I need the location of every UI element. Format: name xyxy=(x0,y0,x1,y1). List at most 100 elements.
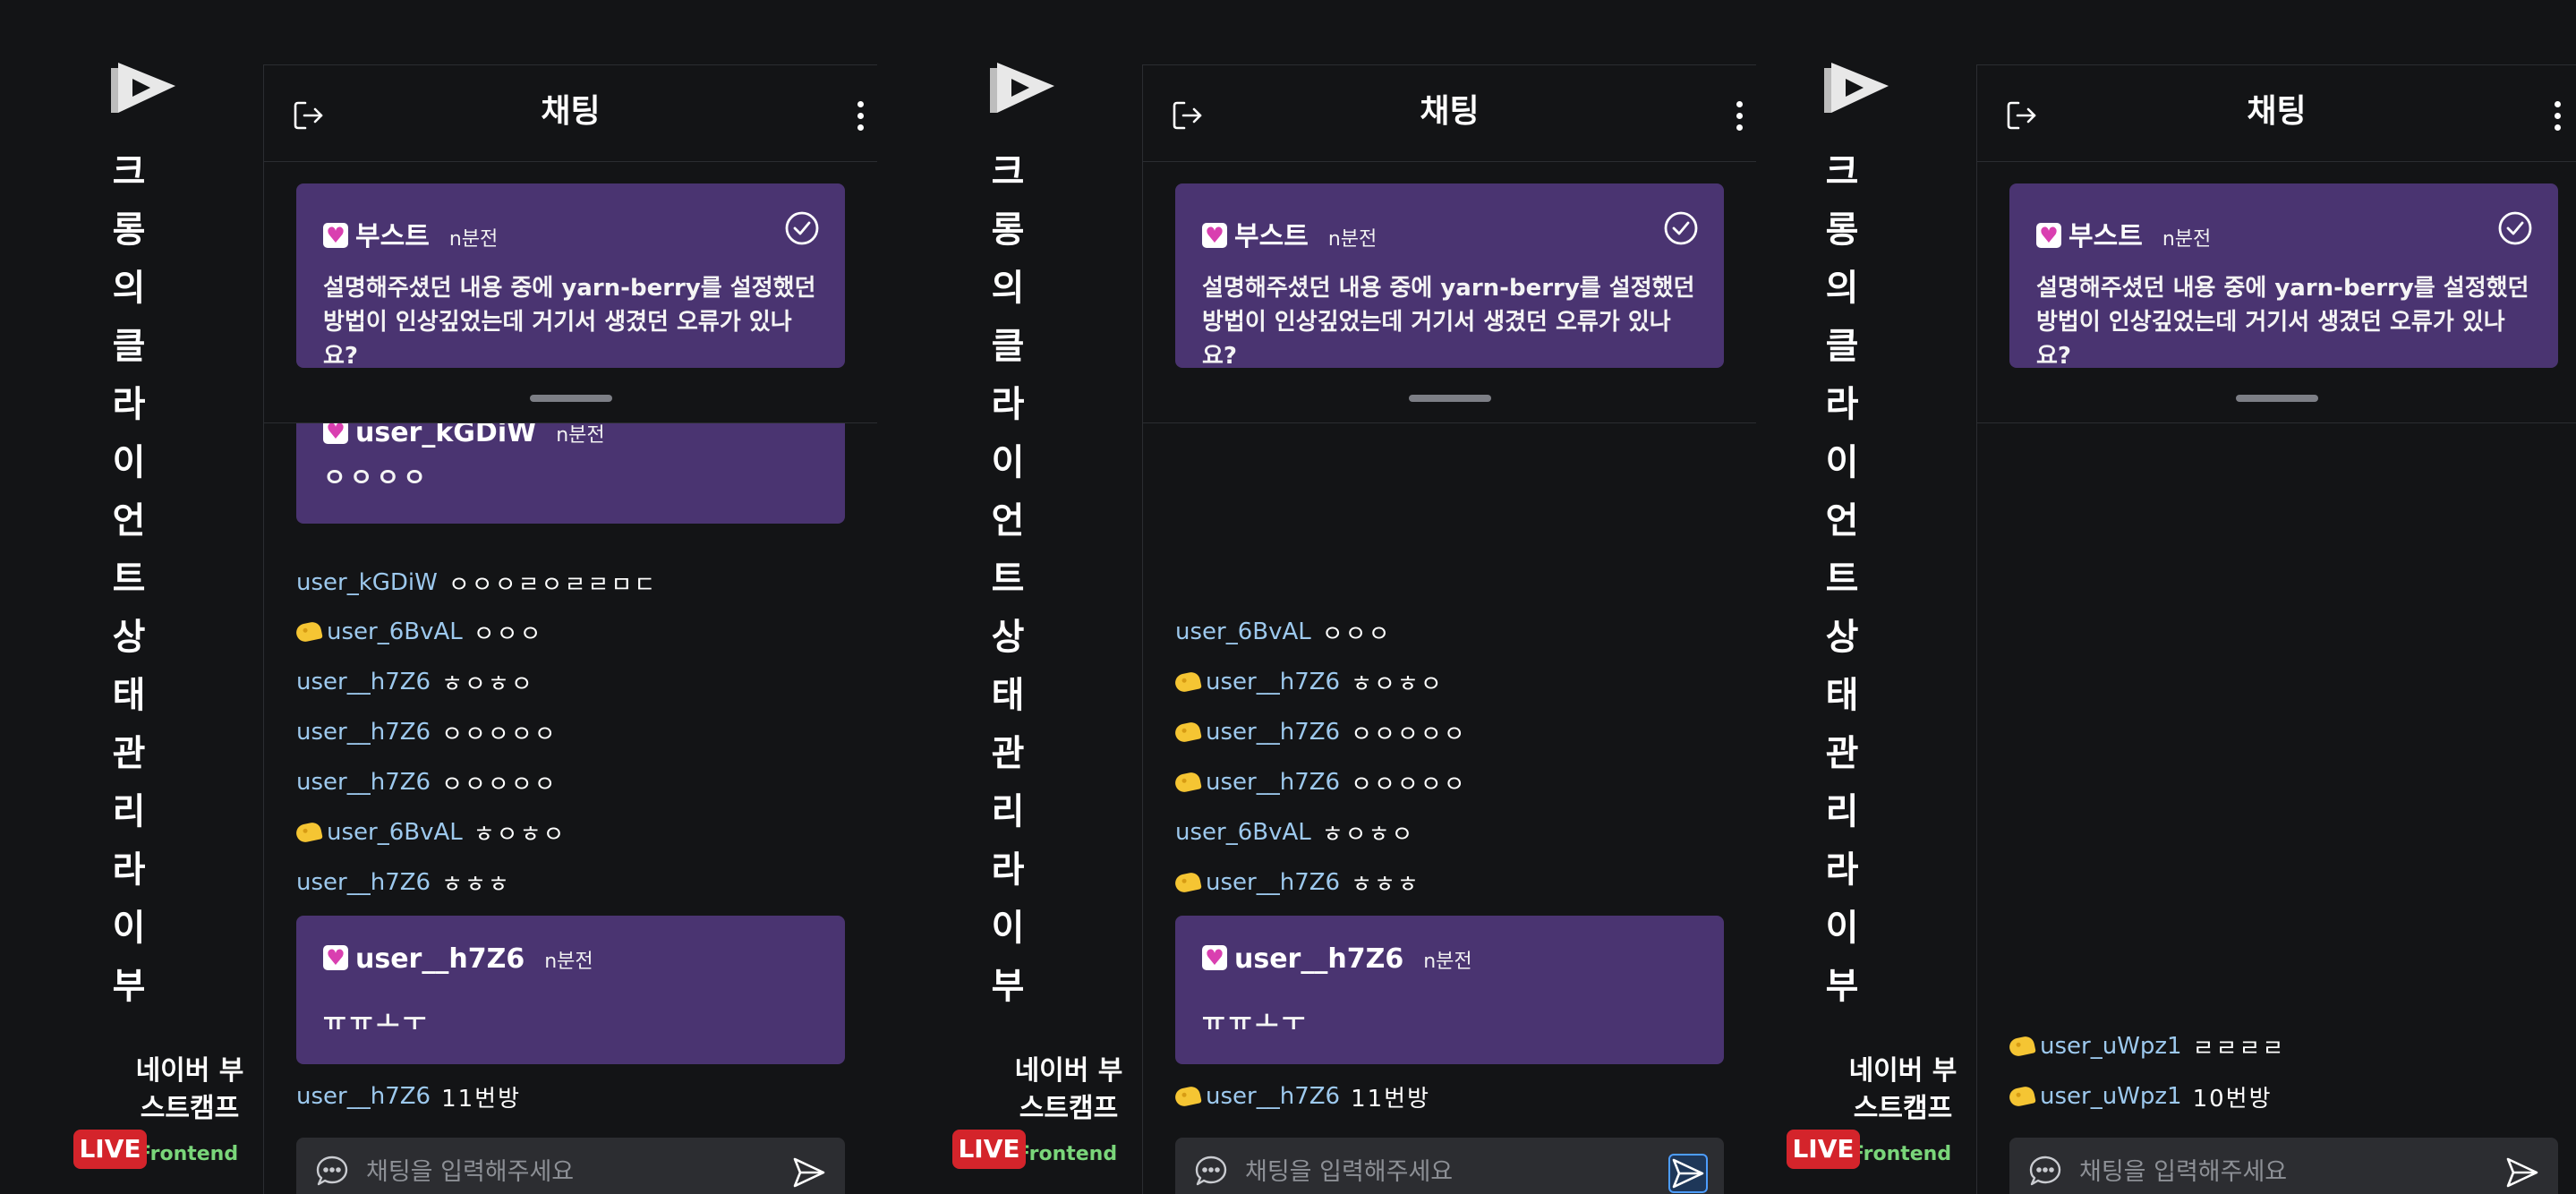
play-logo-icon[interactable] xyxy=(111,61,179,116)
room-title-char: 롱 xyxy=(112,209,146,251)
card-user-name: 부스트 xyxy=(1234,221,1309,252)
chat-username[interactable]: user_6BvAL xyxy=(327,618,463,645)
send-button[interactable] xyxy=(1668,1154,1708,1193)
highlight-message-card: user__h7Z6 n분전 ㅠㅠㅗㅜ xyxy=(1175,916,1724,1064)
chat-username[interactable]: user__h7Z6 xyxy=(296,769,431,796)
card-time: n분전 xyxy=(2162,228,2212,251)
room-title-char: 언 xyxy=(991,500,1025,542)
chat-username[interactable]: user__h7Z6 xyxy=(296,869,431,896)
room-title-char: 롱 xyxy=(991,209,1025,251)
chat-username[interactable]: user__h7Z6 xyxy=(1206,869,1340,896)
chat-text: ㅇㅇㅇㄹㅇㄹㄹㅁㄷ xyxy=(448,571,658,599)
card-time: n분전 xyxy=(1423,951,1472,973)
chat-username[interactable]: user_6BvAL xyxy=(1175,618,1311,645)
room-title-char: 라 xyxy=(112,384,146,425)
chat-username[interactable]: user_kGDiW xyxy=(296,569,438,596)
chat-text: 11번방 xyxy=(1351,1085,1431,1113)
send-icon xyxy=(793,1157,825,1187)
card-time: n분전 xyxy=(544,951,593,973)
chat-username[interactable]: user__h7Z6 xyxy=(296,719,431,746)
room-title-char: 라 xyxy=(991,849,1025,891)
more-vertical-icon[interactable] xyxy=(849,96,872,137)
chat-username[interactable]: user__h7Z6 xyxy=(296,669,431,695)
chat-text: 11번방 xyxy=(441,1085,522,1113)
chat-username[interactable]: user__h7Z6 xyxy=(1206,719,1340,746)
more-vertical-icon[interactable] xyxy=(1727,96,1751,137)
cheese-icon xyxy=(1173,721,1202,744)
chat-text: 10번방 xyxy=(2192,1085,2273,1113)
chat-username[interactable]: user__h7Z6 xyxy=(1206,1083,1340,1110)
chat-username[interactable]: user_6BvAL xyxy=(1175,819,1311,846)
card-user-name: user__h7Z6 xyxy=(1234,943,1404,975)
send-button[interactable] xyxy=(789,1154,829,1193)
room-title-char: 트 xyxy=(991,559,1025,600)
drag-handle[interactable] xyxy=(529,395,612,402)
room-title-char: 태 xyxy=(1825,675,1859,716)
chat-text: ㅇㅇㅇㅇㅇ xyxy=(441,771,558,798)
category-label: Frontend xyxy=(1017,1143,1118,1165)
send-icon xyxy=(1672,1158,1704,1189)
room-title-char: 라 xyxy=(991,384,1025,425)
chat-message: user__h7Z6 ㅇㅇㅇㅇㅇ xyxy=(1173,712,1738,752)
room-title-char: 상 xyxy=(991,617,1025,658)
chat-username[interactable]: user_6BvAL xyxy=(327,819,463,846)
chat-message: user__h7Z6 ㅇㅇㅇㅇㅇ xyxy=(296,763,859,802)
chat-input[interactable] xyxy=(1245,1150,1643,1193)
room-title-char: 크 xyxy=(1825,151,1859,192)
room-title-char: 태 xyxy=(112,675,146,716)
room-title-char: 관 xyxy=(991,733,1025,774)
chat-text: ㅎㅎㅎ xyxy=(1351,871,1420,899)
host-name: 네이버 부스트캠프 xyxy=(135,1055,244,1124)
card-time: n분전 xyxy=(448,228,499,251)
pinned-question-card: 부스트 n분전 설명해주셨던 내용 중에 yarn-berry를 설정했던 방법… xyxy=(1175,183,1724,370)
pinned-area: 부스트 n분전 설명해주셨던 내용 중에 yarn-berry를 설정했던 방법… xyxy=(1143,162,1756,423)
room-title-char: 롱 xyxy=(1825,209,1859,251)
check-circle-icon[interactable] xyxy=(1663,210,1699,246)
send-button[interactable] xyxy=(2503,1154,2542,1193)
heart-icon xyxy=(1202,223,1227,248)
chat-text: ㅎㅎㅎ xyxy=(441,871,511,899)
room-title-char: 클 xyxy=(1825,326,1859,367)
chat-username[interactable]: user__h7Z6 xyxy=(1206,669,1340,695)
highlight-message-card: user__h7Z6 n분전 ㅠㅠㅗㅜ xyxy=(296,916,845,1064)
chat-text: ㅎㅇㅎㅇ xyxy=(1351,670,1444,698)
chat-message: user__h7Z6 11번방 xyxy=(1173,1077,1738,1116)
chat-username[interactable]: user_uWpz1 xyxy=(2040,1033,2182,1060)
more-vertical-icon[interactable] xyxy=(2546,96,2569,137)
chat-username[interactable]: user__h7Z6 xyxy=(1206,769,1340,796)
drag-handle[interactable] xyxy=(1408,395,1491,402)
room-title-char: 리 xyxy=(1825,791,1859,832)
card-user-name: user__h7Z6 xyxy=(355,943,525,975)
room-title-char: 부 xyxy=(991,966,1025,1007)
live-badge: LIVE xyxy=(1787,1130,1860,1169)
room-title-char: 관 xyxy=(112,733,146,774)
card-header: 부스트 n분전 xyxy=(2036,214,2211,253)
chat-message: user__h7Z6 11번방 xyxy=(296,1077,859,1116)
heart-icon xyxy=(2036,223,2061,248)
chat-text: ㅇㅇㅇㅇㅇ xyxy=(441,721,558,748)
screen-3: 크 롱 의 클 라 이 언 트 상 태 관 리 라 이 부 네이버 부스트캠프 … xyxy=(1758,0,2576,1194)
chat-input-bar xyxy=(2009,1138,2558,1194)
room-title-char: 이 xyxy=(112,442,146,483)
room-title-char: 언 xyxy=(112,500,146,542)
heart-icon xyxy=(1202,945,1227,970)
check-circle-icon[interactable] xyxy=(784,210,820,246)
room-title: 크 롱 의 클 라 이 언 트 상 태 관 리 라 이 부 xyxy=(1819,143,1865,1016)
room-title-char: 라 xyxy=(1825,849,1859,891)
chat-input[interactable] xyxy=(2079,1150,2478,1193)
room-title-char: 라 xyxy=(1825,384,1859,425)
check-circle-icon[interactable] xyxy=(2497,210,2533,246)
play-logo-icon[interactable] xyxy=(1824,61,1892,116)
live-badge: LIVE xyxy=(952,1130,1026,1169)
chat-text: ㅇㅇㅇ xyxy=(1321,620,1392,648)
cheese-icon xyxy=(2008,1035,2036,1058)
drag-handle[interactable] xyxy=(2235,395,2318,402)
cheese-icon xyxy=(294,821,323,844)
cheese-icon xyxy=(1173,771,1202,794)
chat-username[interactable]: user_uWpz1 xyxy=(2040,1083,2182,1110)
play-logo-icon[interactable] xyxy=(990,61,1058,116)
chat-username[interactable]: user__h7Z6 xyxy=(296,1083,431,1110)
chat-text: ㅎㅇㅎㅇ xyxy=(473,821,567,849)
chat-input[interactable] xyxy=(366,1150,764,1193)
category-label: Frontend xyxy=(138,1143,239,1165)
